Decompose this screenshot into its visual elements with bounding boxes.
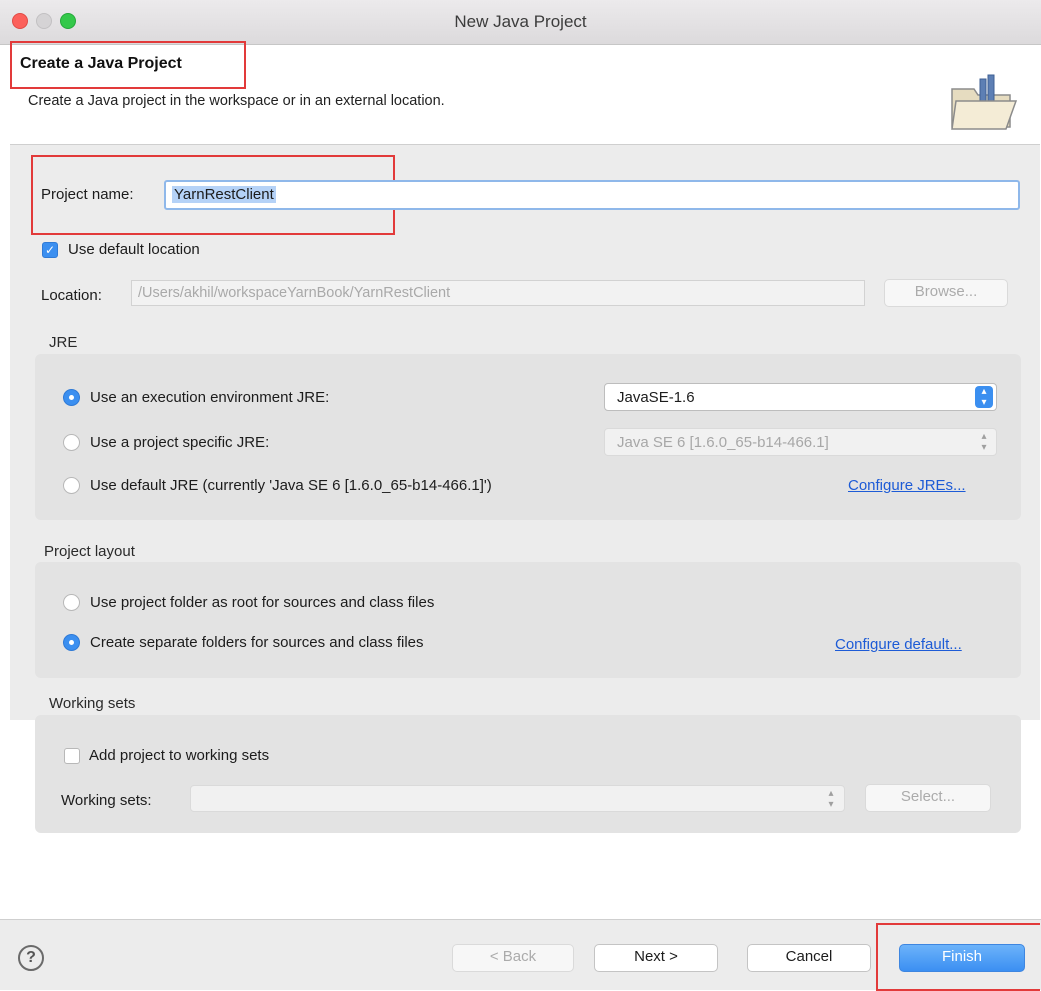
execution-env-value: JavaSE-1.6 [617,389,695,406]
finish-button[interactable]: Finish [899,944,1025,972]
layout-separate-folders-label: Create separate folders for sources and … [90,634,424,651]
configure-default-link[interactable]: Configure default... [835,636,962,653]
layout-separate-folders-radio[interactable] [63,634,80,651]
java-project-folder-icon [950,73,1018,131]
project-name-input[interactable]: YarnRestClient [164,180,1020,210]
next-button[interactable]: Next > [594,944,718,972]
add-to-working-sets-checkbox[interactable] [64,748,80,764]
working-sets-stepper-icon: ▴ ▾ [828,788,834,810]
cancel-button[interactable]: Cancel [747,944,871,972]
jre-execution-env-label: Use an execution environment JRE: [90,389,330,406]
configure-jres-link[interactable]: Configure JREs... [848,477,966,494]
jre-group-title: JRE [49,334,78,351]
location-input[interactable]: /Users/akhil/workspaceYarnBook/YarnRestC… [131,280,865,306]
project-layout-group-title: Project layout [44,543,135,560]
location-label: Location: [41,287,102,304]
project-name-label: Project name: [41,186,134,203]
layout-root-folder-radio[interactable] [63,594,80,611]
location-value: /Users/akhil/workspaceYarnBook/YarnRestC… [138,285,451,301]
project-specific-stepper-icon: ▴ ▾ [981,431,987,453]
footer-divider [8,919,1041,920]
browse-button[interactable]: Browse... [884,279,1008,307]
use-default-location-label: Use default location [68,241,200,258]
execution-env-select[interactable]: JavaSE-1.6 ▴ ▾ [604,383,997,411]
working-sets-group [35,715,1021,833]
use-default-location-checkbox[interactable]: ✓ [42,242,58,258]
page-description: Create a Java project in the workspace o… [28,93,445,109]
project-specific-jre-select[interactable]: Java SE 6 [1.6.0_65-b14-466.1] ▴ ▾ [604,428,997,456]
add-to-working-sets-label: Add project to working sets [89,747,270,764]
jre-execution-env-radio[interactable] [63,389,80,406]
project-specific-jre-value: Java SE 6 [1.6.0_65-b14-466.1] [617,434,829,451]
layout-root-folder-label: Use project folder as root for sources a… [90,594,435,611]
execution-env-stepper-icon: ▴ ▾ [975,386,993,408]
jre-default-radio[interactable] [63,477,80,494]
window-title: New Java Project [454,12,587,31]
back-button[interactable]: < Back [452,944,574,972]
working-sets-select[interactable]: ▴ ▾ [190,785,845,812]
jre-project-specific-radio[interactable] [63,434,80,451]
select-working-sets-button[interactable]: Select... [865,784,991,812]
jre-project-specific-label: Use a project specific JRE: [90,434,270,451]
working-sets-label: Working sets: [61,792,152,809]
jre-default-label: Use default JRE (currently 'Java SE 6 [1… [90,477,492,494]
project-layout-group [35,562,1021,678]
working-sets-group-title: Working sets [49,695,136,712]
page-title: Create a Java Project [20,55,182,72]
window-titlebar: New Java Project [0,0,1041,45]
project-name-value: YarnRestClient [172,186,276,203]
help-icon[interactable]: ? [18,945,44,971]
